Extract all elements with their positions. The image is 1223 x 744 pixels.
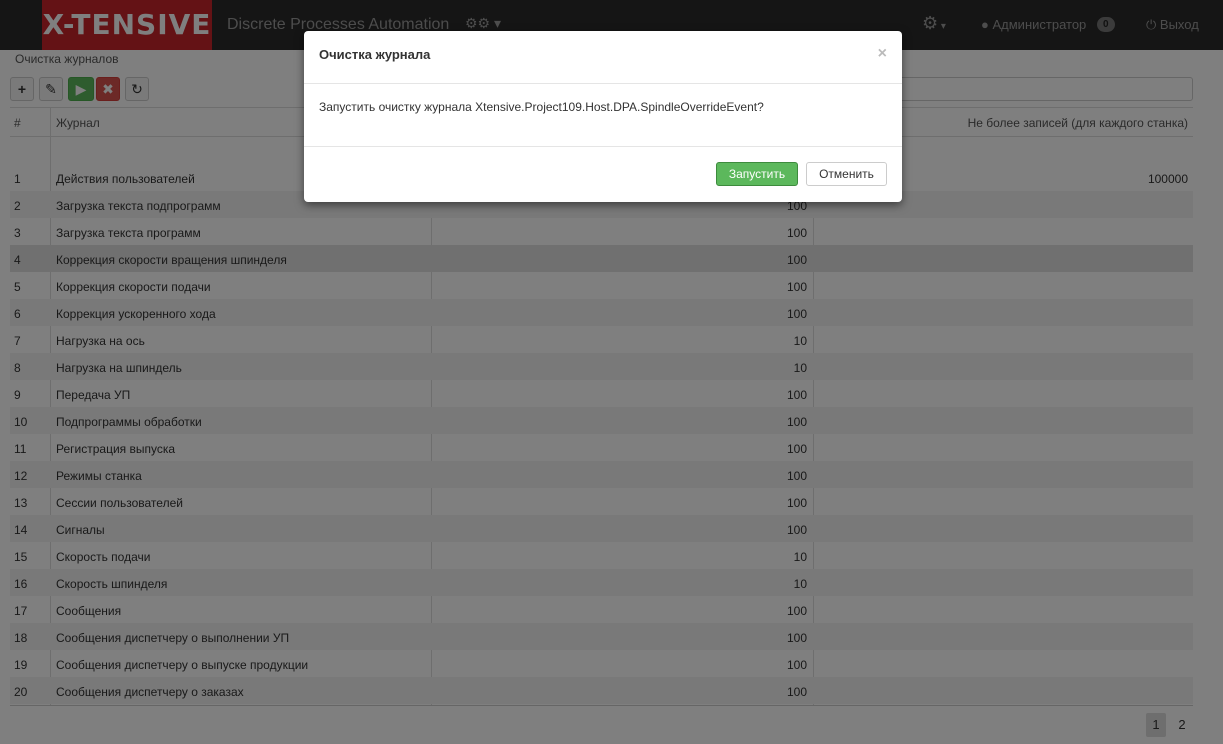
dialog-divider — [304, 83, 902, 84]
confirm-dialog: Очистка журнала × Запустить очистку журн… — [304, 31, 902, 202]
dialog-title: Очистка журнала — [319, 47, 431, 62]
confirm-button[interactable]: Запустить — [716, 162, 798, 186]
close-icon[interactable]: × — [878, 45, 887, 63]
cancel-button[interactable]: Отменить — [806, 162, 887, 186]
dialog-message: Запустить очистку журнала Xtensive.Proje… — [319, 100, 764, 114]
dialog-divider — [304, 146, 902, 147]
